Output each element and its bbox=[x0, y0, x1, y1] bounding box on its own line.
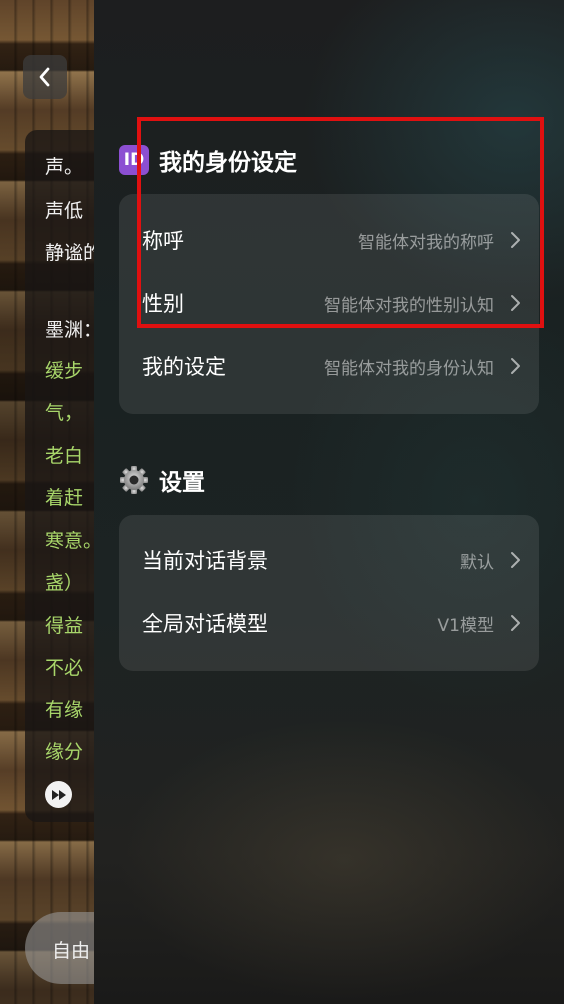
chat-text-line: 盏） bbox=[45, 572, 84, 594]
chat-text-line: 有缘 bbox=[45, 699, 84, 721]
settings-drawer: ID 我的身份设定 称呼 智能体对我的称呼 性别 智能体对我的性别认知 我的设定… bbox=[94, 0, 564, 1004]
chat-text-line: 声低 bbox=[45, 200, 84, 222]
chat-text-line: 气， bbox=[45, 402, 84, 424]
chat-text-line: 缓步 bbox=[45, 360, 84, 382]
chat-text-line: 着赶 bbox=[45, 487, 84, 509]
fast-forward-button[interactable] bbox=[45, 781, 72, 808]
row-my-setting[interactable]: 我的设定 智能体对我的身份认知 bbox=[119, 335, 539, 397]
highlight-annotation-box bbox=[137, 117, 544, 328]
chevron-right-icon bbox=[511, 552, 520, 568]
row-chat-background-value: 默认 bbox=[460, 552, 494, 573]
fast-forward-icon bbox=[51, 789, 66, 800]
row-my-setting-hint: 智能体对我的身份认知 bbox=[324, 358, 494, 379]
chat-input-placeholder: 自由 bbox=[52, 940, 91, 962]
gear-icon bbox=[120, 466, 148, 494]
row-my-setting-label: 我的设定 bbox=[142, 355, 226, 379]
row-chat-background[interactable]: 当前对话背景 默认 bbox=[119, 529, 539, 591]
row-global-model-value: V1模型 bbox=[437, 615, 494, 636]
chat-text-line: 缘分 bbox=[45, 741, 84, 763]
settings-card: 当前对话背景 默认 全局对话模型 V1模型 bbox=[119, 515, 539, 671]
chat-text-line: 不必 bbox=[45, 657, 84, 679]
back-button[interactable] bbox=[23, 55, 67, 99]
chevron-left-icon bbox=[39, 67, 50, 87]
settings-section-label: 设置 bbox=[159, 470, 205, 496]
chat-text-line: 老白 bbox=[45, 445, 84, 467]
chat-text-line: 得益 bbox=[45, 615, 84, 637]
row-chat-background-label: 当前对话背景 bbox=[142, 549, 268, 573]
chevron-right-icon bbox=[511, 615, 520, 631]
chat-text-line: 声。 bbox=[45, 156, 84, 178]
row-global-model-label: 全局对话模型 bbox=[142, 612, 268, 636]
chevron-right-icon bbox=[511, 358, 520, 374]
row-global-model[interactable]: 全局对话模型 V1模型 bbox=[119, 592, 539, 654]
settings-section-title: 设置 bbox=[119, 463, 205, 497]
